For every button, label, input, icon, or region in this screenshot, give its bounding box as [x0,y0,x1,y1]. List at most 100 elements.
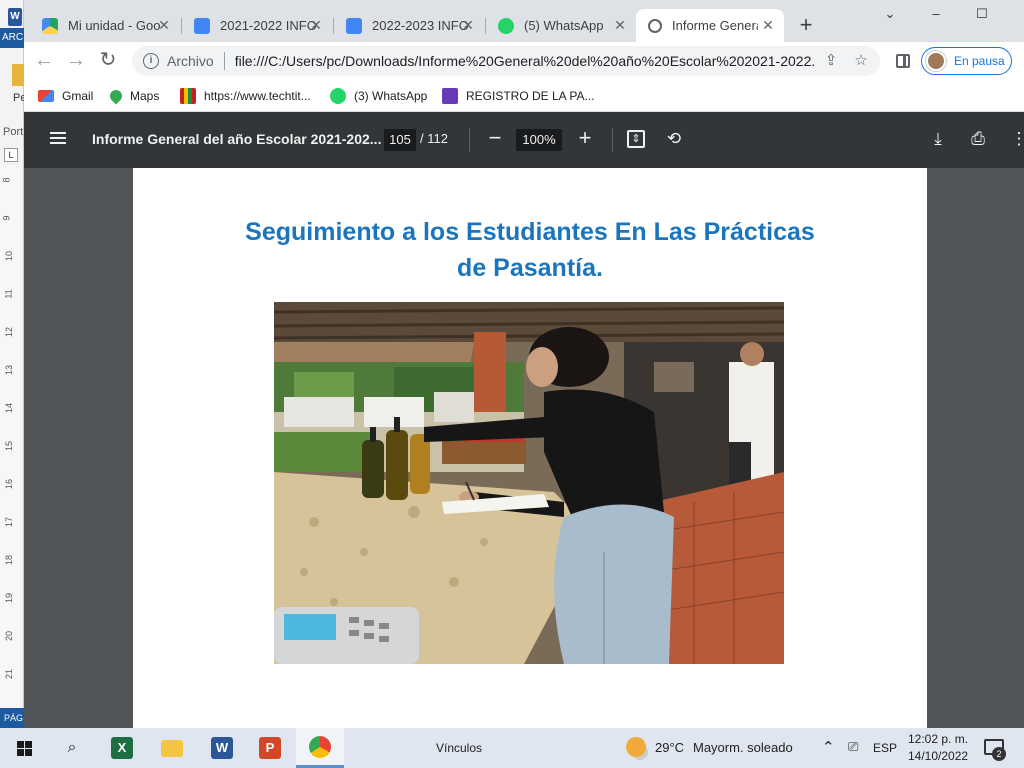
share-icon[interactable]: ⇪ [822,52,840,70]
side-panel-icon[interactable] [896,54,910,68]
reload-button[interactable]: ↻ [96,49,120,73]
clock-time[interactable]: 12:02 p. m. [908,732,968,746]
bookmark-label: Maps [130,89,160,103]
close-icon[interactable]: ✕ [156,17,172,33]
taskbar-powerpoint[interactable]: P [246,728,294,768]
bookmarks-bar: Gmail Maps https://www.techtit... (3) Wh… [24,80,1024,112]
taskbar-chrome[interactable] [296,728,344,768]
bookmark-gmail[interactable]: Gmail [38,85,93,107]
minimize-button[interactable]: ⌄ [867,6,913,28]
ruler-number: 9 [1,215,12,221]
page-heading: Seguimiento a los Estudiantes En Las Prá… [133,214,927,286]
profile-button[interactable]: En pausa [921,47,1012,75]
url-text[interactable]: file:///C:/Users/pc/Downloads/Informe%20… [235,53,815,69]
search-icon: ⌕ [67,739,77,756]
grid-icon [180,88,196,104]
rotate-icon[interactable]: ⟲ [663,128,685,150]
folder-icon[interactable] [12,64,24,86]
avatar [926,51,946,71]
bookmark-maps[interactable]: Maps [107,85,160,107]
bookmark-star-icon[interactable]: ☆ [852,52,870,70]
tab-2021-2022[interactable]: 2021-2022 INFO ✕ [182,9,332,42]
ruler-number: 16 [4,478,15,490]
windows-icon [16,740,32,756]
page-number-input[interactable]: 105 [384,129,416,151]
print-icon[interactable]: ⎙ [967,128,989,150]
tab-whatsapp[interactable]: (5) WhatsApp ✕ [486,9,636,42]
close-icon[interactable]: ✕ [612,17,628,33]
google-docs-icon [346,17,362,34]
word-ribbon-tab[interactable]: ARC [0,28,24,48]
pdf-viewer[interactable]: Seguimiento a los Estudiantes En Las Prá… [24,168,1024,728]
forward-button[interactable]: → [64,49,88,73]
word-app-icon[interactable]: W [8,8,22,26]
new-tab-button[interactable]: + [794,14,818,38]
profile-status: En pausa [954,54,1005,68]
bookmark-registro[interactable]: REGISTRO DE LA PA... [442,85,594,107]
ruler-number: 20 [4,630,15,642]
page-total: / 112 [420,131,448,146]
tab-mi-unidad[interactable]: Mi unidad - Goo ✕ [30,9,180,42]
whatsapp-icon [330,88,346,104]
taskbar-excel[interactable]: X [98,728,146,768]
whatsapp-icon [498,17,514,34]
word-window-edge: W ARC Pe Port L 8 9 10 11 12 13 14 15 16 17 18 19 20… [0,0,26,728]
browser-toolbar: ← → ↻ i Archivo file:///C:/Users/pc/Down… [24,42,1024,80]
pdf-toolbar: Informe General del año Escolar 2021-202… [24,112,1024,168]
zoom-input[interactable]: 100% [516,129,562,151]
clock-date[interactable]: 14/10/2022 [908,749,968,763]
word-section-label: Port [3,126,24,138]
bookmark-whatsapp[interactable]: (3) WhatsApp [330,85,427,107]
bookmark-techtit[interactable]: https://www.techtit... [180,85,311,107]
weather-description[interactable]: Mayorm. soleado [693,740,793,755]
taskbar-file-explorer[interactable] [148,728,196,768]
forms-icon [442,88,458,104]
language-indicator[interactable]: ESP [873,741,897,755]
ruler-number: 19 [4,592,15,604]
address-bar[interactable]: i Archivo file:///C:/Users/pc/Downloads/… [132,46,880,76]
close-icon[interactable]: ✕ [760,17,776,33]
menu-icon[interactable] [50,132,66,134]
toolbar-divider [469,128,470,152]
scheme-label: Archivo [167,53,214,69]
start-button[interactable] [0,728,48,768]
camera-icon[interactable]: ⎚ [848,739,858,755]
close-icon[interactable]: ✕ [308,17,324,33]
ruler-number: 11 [3,289,14,299]
ruler-number: 13 [4,364,15,376]
bookmark-label: https://www.techtit... [204,89,311,103]
omnibox-divider [223,52,225,70]
download-icon[interactable]: ⤓ [927,128,949,150]
google-docs-icon [194,17,210,34]
taskbar: ⌕ X W P Vínculos 29°C Mayorm. soleado ⌃ … [0,728,1024,768]
chevron-up-icon[interactable]: ⌃ [822,738,835,756]
word-status-page[interactable]: PÁG [0,708,24,728]
tab-2022-2023[interactable]: 2022-2023 INFO ✕ [334,9,484,42]
taskbar-word[interactable]: W [198,728,246,768]
zoom-out-button[interactable]: − [482,126,508,152]
fit-page-icon[interactable]: ⇕ [627,130,645,148]
gmail-icon [38,90,54,102]
ruler-tab-selector[interactable]: L [4,148,18,162]
chrome-icon [309,735,331,758]
heading-line-2: de Pasantía. [457,254,603,282]
vinculos-toolbar[interactable]: Vínculos [436,741,482,755]
ruler-number: 12 [4,326,15,338]
internship-photo [274,302,784,664]
ruler-number: 21 [4,668,15,680]
maximize-button[interactable]: ☐ [959,6,1005,28]
powerpoint-icon: P [259,737,281,759]
toolbar-divider [612,128,613,152]
info-icon[interactable]: i [143,53,159,69]
weather-icon [626,737,646,757]
tab-informe-general[interactable]: Informe General ✕ [636,9,784,42]
file-explorer-icon [161,739,183,757]
weather-temperature[interactable]: 29°C [655,740,684,755]
more-options-icon[interactable]: ⋮ [1008,128,1024,150]
restore-button[interactable]: – [913,6,959,28]
zoom-in-button[interactable]: + [572,126,598,152]
word-icon: W [211,737,233,759]
close-icon[interactable]: ✕ [460,17,476,33]
search-button[interactable]: ⌕ [48,728,96,768]
back-button[interactable]: ← [32,49,56,73]
